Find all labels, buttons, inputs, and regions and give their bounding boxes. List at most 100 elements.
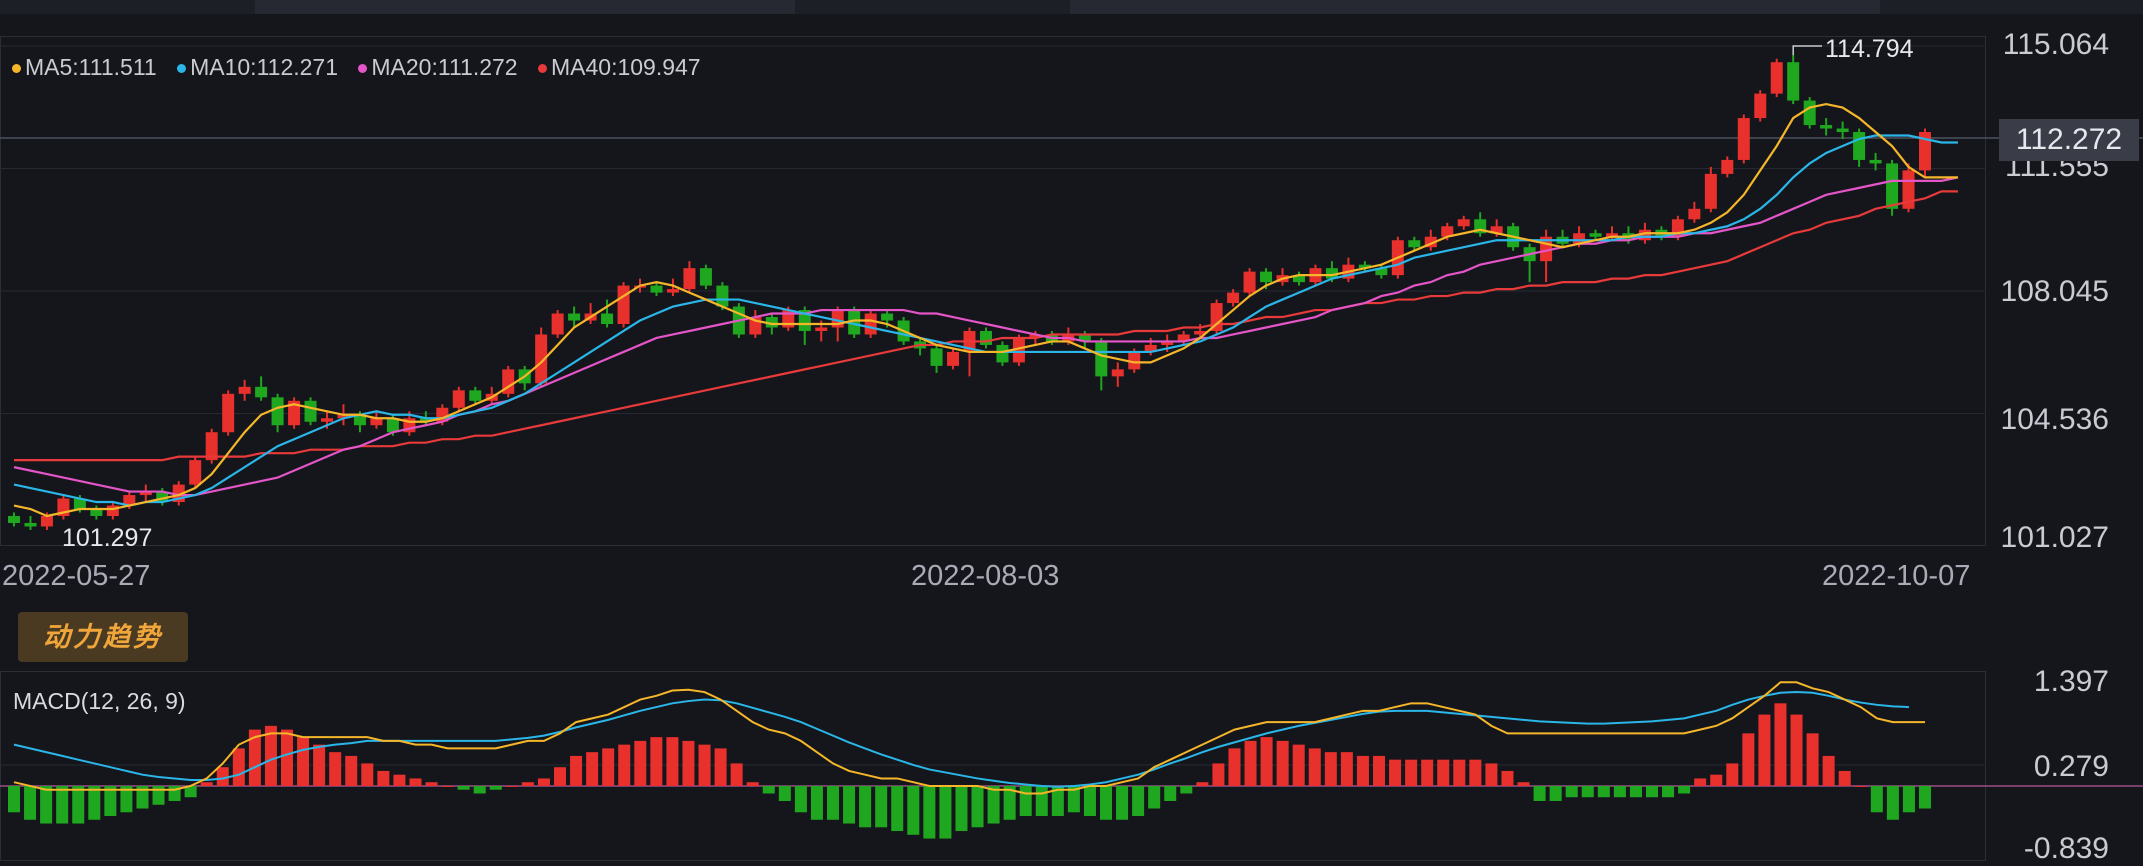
macd-bar [1806,733,1819,786]
candle-body [40,515,53,527]
candle-body [1704,173,1717,209]
macd-bar [794,785,807,813]
macd-bar [1132,785,1145,817]
macd-bar [1758,714,1771,786]
macd-bar [56,785,69,824]
macd-bar [859,785,872,828]
macd-bar [1292,744,1305,786]
low-price-annotation: 101.297 [62,524,153,552]
legend-ma20: MA20:111.272 [358,54,518,80]
macd-bar [441,785,454,787]
macd-bar [634,740,647,786]
macd-axis-label: 1.397 [2033,665,2109,698]
macd-title: MACD(12, 26, 9) [13,688,186,714]
macd-bar [1100,785,1112,820]
candle-body [8,515,20,523]
candle-body [1095,341,1108,377]
ma-legend: MA5:111.511 MA10:112.271 MA20:111.272 MA… [12,54,715,81]
candle-body [601,313,614,325]
macd-bar [698,744,711,786]
macd-bar [1019,785,1032,817]
macd-axis-label: -0.839 [2023,832,2109,865]
macd-bar [1501,770,1514,786]
candle-body [979,330,992,345]
macd-bar [232,748,245,786]
candle-body [1853,132,1866,160]
candle-body [666,289,679,293]
candle-body [947,351,960,366]
macd-bar [537,778,550,786]
candle-body [617,285,630,325]
macd-bar [1260,737,1273,786]
date-axis-label: 2022-05-27 [2,560,151,592]
macd-bar [586,752,599,786]
candle-body [683,268,696,290]
macd-bar [1340,752,1353,786]
candle-body [255,386,268,398]
macd-bar [1581,785,1594,798]
date-axis-label: 2022-10-07 [1822,560,1971,592]
macd-bar [281,729,293,786]
macd-bar [1421,759,1434,786]
macd-axis-label: 0.279 [2033,750,2109,783]
macd-bar [377,770,390,786]
macd-bar [1790,714,1803,786]
macd-bar [361,763,374,786]
candle-body [1721,159,1734,174]
macd-bar [987,785,1000,824]
macd-bar [40,785,53,824]
legend-ma40-label: MA40:109.947 [550,54,701,80]
macd-bar [1405,759,1418,786]
candle-body [1111,369,1124,377]
macd-bar [1694,778,1707,786]
moving-average-lines [13,102,1959,518]
candle-body [452,390,465,408]
macd-bar [1485,763,1498,786]
macd-bar [891,785,904,832]
macd-bar [1902,785,1915,813]
macd-bar [1373,755,1385,786]
macd-bar [827,785,839,820]
macd-bar [1662,785,1675,798]
price-axis-label: 101.027 [2000,521,2109,554]
macd-bar [1212,763,1225,786]
candle-body [1227,292,1240,304]
macd-bar [1164,785,1177,801]
legend-ma10-label: MA10:112.271 [190,54,338,80]
macd-bar [1710,774,1723,786]
macd-bar [345,755,358,786]
macd-bar [810,785,823,820]
macd-bar [955,785,968,832]
macd-bar [730,763,743,786]
legend-ma20-label: MA20:111.272 [371,54,518,80]
current-price-tag: 112.272 [1999,119,2139,161]
price-axis-label: 108.045 [2000,275,2109,308]
macd-bar [1646,785,1658,798]
ma10-dot-icon [177,64,187,74]
macd-bar [1565,785,1578,798]
macd-bar [8,785,20,813]
candle-body [321,418,334,422]
macd-bar [554,767,566,786]
candle-body [930,348,943,366]
candle-body [864,313,877,335]
high-marker-line [1792,45,1822,56]
macd-bar [843,785,856,824]
macd-bar [1870,785,1883,813]
macd-bar [1629,785,1642,798]
indicator-tag-button[interactable]: 动力趋势 [18,612,188,662]
macd-bar [1308,748,1321,786]
legend-ma5-label: MA5:111.511 [25,54,157,80]
candle-body [568,313,581,321]
macd-bar [682,740,695,786]
candle-body [1260,271,1273,283]
macd-bar [1196,782,1209,786]
macd-bar [1517,782,1530,786]
macd-bar [489,785,502,790]
macd-bar [24,785,37,820]
candle-body [386,418,399,433]
macd-bar [88,785,101,820]
candle-body [1243,271,1256,293]
macd-bar [762,785,775,794]
macd-bar [1678,785,1691,794]
